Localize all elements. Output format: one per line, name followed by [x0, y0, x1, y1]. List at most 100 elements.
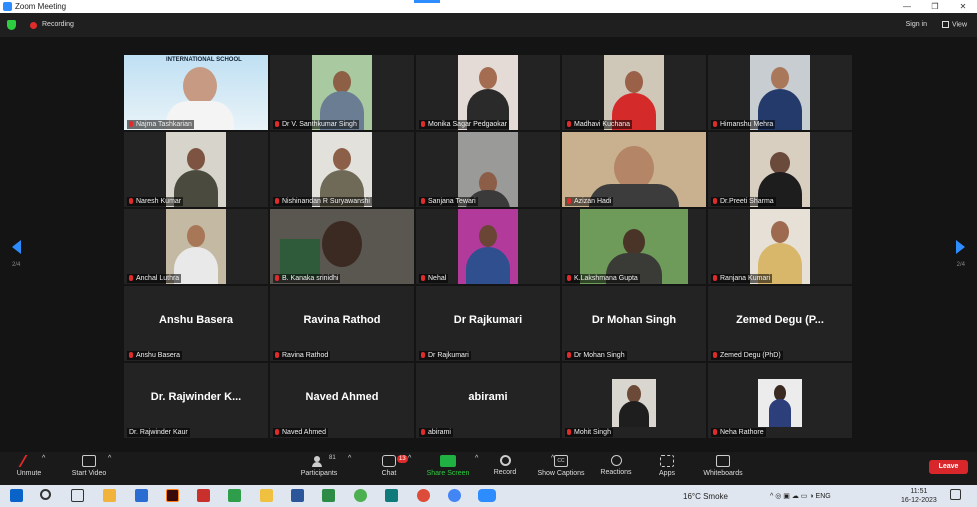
- zoom-logo-icon: [3, 2, 12, 11]
- file-explorer-icon[interactable]: [103, 489, 116, 502]
- participant-tile[interactable]: Dr.Preeti Sharma: [708, 132, 852, 207]
- muted-mic-icon: [129, 352, 133, 359]
- participant-display-name: Dr. Rajwinder K...: [150, 391, 242, 403]
- participant-tile[interactable]: Himanshu Mehra: [708, 55, 852, 130]
- participant-tile[interactable]: abirami abirami: [416, 363, 560, 438]
- participant-tile[interactable]: Ranjana Kumari: [708, 209, 852, 284]
- word-icon[interactable]: [291, 489, 304, 502]
- sign-in-link[interactable]: Sign in: [906, 21, 927, 28]
- participants-chevron-icon[interactable]: ^: [348, 455, 351, 462]
- search-icon[interactable]: [40, 489, 51, 500]
- whiteboards-button[interactable]: Whiteboards: [700, 455, 746, 477]
- close-icon[interactable]: ✕: [949, 0, 977, 13]
- windows-start-icon[interactable]: [10, 489, 23, 502]
- participant-tile[interactable]: Madhavi Kuchana: [562, 55, 706, 130]
- minimize-icon[interactable]: —: [893, 0, 921, 13]
- notifications-icon[interactable]: [950, 489, 961, 500]
- participants-icon: 81: [312, 455, 336, 467]
- window-controls: — ❐ ✕: [893, 0, 977, 13]
- participant-display-name: Dr Mohan Singh: [591, 314, 677, 326]
- folder-icon[interactable]: [260, 489, 273, 502]
- clock-date: 16-12-2023: [901, 497, 937, 504]
- chrome-profile-icon[interactable]: [448, 489, 461, 502]
- participant-name: Madhavi Kuchana: [565, 120, 633, 129]
- adobe-illustrator-icon[interactable]: [166, 489, 179, 502]
- app-icon[interactable]: [354, 489, 367, 502]
- participant-tile[interactable]: B. Kanaka srinidhi: [270, 209, 414, 284]
- participant-tile[interactable]: INTERNATIONAL SCHOOL Najma Tashkarian: [124, 55, 268, 130]
- page-indicator-left: 2/4: [12, 262, 21, 268]
- participant-display-name: Dr Rajkumari: [453, 314, 523, 326]
- start-video-button[interactable]: Start Video: [66, 455, 112, 477]
- participant-tile[interactable]: Neha Rathore: [708, 363, 852, 438]
- muted-mic-icon: [567, 352, 571, 359]
- muted-mic-icon: [129, 275, 133, 282]
- participant-name: Dr Mohan Singh: [565, 351, 627, 360]
- participant-tile[interactable]: Anshu Basera Anshu Basera: [124, 286, 268, 361]
- unmute-button[interactable]: Unmute: [12, 455, 46, 477]
- restore-icon[interactable]: ❐: [921, 0, 949, 13]
- audio-options-chevron-icon[interactable]: ^: [42, 455, 45, 462]
- participant-tile[interactable]: Naved Ahmed Naved Ahmed: [270, 363, 414, 438]
- show-captions-button[interactable]: CC Show Captions: [533, 455, 589, 477]
- reactions-button[interactable]: Reactions: [598, 455, 634, 476]
- participant-tile[interactable]: Mohit Singh: [562, 363, 706, 438]
- reactions-icon: [610, 455, 622, 466]
- weather-widget[interactable]: 16°C Smoke: [683, 492, 728, 501]
- muted-mic-icon: [713, 275, 717, 282]
- participant-display-name: Zemed Degu (P...: [736, 314, 824, 326]
- participant-tile[interactable]: Zemed Degu (P... Zemed Degu (PhD): [708, 286, 852, 361]
- chat-chevron-icon[interactable]: ^: [408, 455, 411, 462]
- participants-button[interactable]: 81 Participants: [296, 455, 342, 477]
- filezilla-icon[interactable]: [197, 489, 210, 502]
- participant-tile[interactable]: K.Lakshmana Gupta: [562, 209, 706, 284]
- app-icon[interactable]: [385, 489, 398, 502]
- participant-tile[interactable]: Nehal: [416, 209, 560, 284]
- participant-tile[interactable]: Dr V. Santhkumar Singh: [270, 55, 414, 130]
- record-label: Record: [493, 469, 517, 476]
- apps-button[interactable]: Apps: [656, 455, 678, 477]
- share-screen-button[interactable]: Share Screen: [424, 455, 472, 477]
- share-chevron-icon[interactable]: ^: [475, 455, 478, 462]
- encryption-shield-icon[interactable]: [7, 20, 16, 30]
- muted-mic-icon: [421, 429, 425, 436]
- task-view-icon[interactable]: [71, 489, 84, 502]
- participant-tile[interactable]: Dr. Rajwinder K... Dr. Rajwinder Kaur: [124, 363, 268, 438]
- previous-page-arrow-icon[interactable]: [12, 240, 21, 254]
- clock[interactable]: 11:51 16-12-2023: [901, 487, 937, 505]
- muted-mic-icon: [129, 121, 133, 128]
- captions-chevron-icon[interactable]: ^: [551, 455, 554, 462]
- leave-button[interactable]: Leave: [929, 460, 968, 474]
- meeting-top-bar: Recording Sign in View: [0, 13, 977, 37]
- view-button[interactable]: View: [941, 21, 967, 28]
- language-indicator: ENG: [815, 493, 831, 500]
- participant-display-name: Anshu Basera: [159, 314, 233, 326]
- chat-unread-badge: 13: [397, 455, 408, 463]
- participant-name: Dr Rajkumari: [419, 351, 471, 360]
- video-options-chevron-icon[interactable]: ^: [108, 455, 111, 462]
- participant-tile[interactable]: Ravina Rathod Ravina Rathod: [270, 286, 414, 361]
- zoom-taskbar-icon[interactable]: [478, 489, 496, 502]
- participant-tile[interactable]: Nishinandan R Suryawanshi: [270, 132, 414, 207]
- chrome-icon[interactable]: [417, 489, 430, 502]
- participant-tile[interactable]: Monika Sagar Pedgaokar: [416, 55, 560, 130]
- participant-tile[interactable]: Naresh Kumar: [124, 132, 268, 207]
- green-app-icon[interactable]: [228, 489, 241, 502]
- participant-tile[interactable]: Dr Mohan Singh Dr Mohan Singh: [562, 286, 706, 361]
- chat-button[interactable]: 13 Chat: [376, 455, 408, 477]
- participant-tile[interactable]: Azizan Hadi: [562, 132, 706, 207]
- next-page-arrow-icon[interactable]: [956, 240, 965, 254]
- recording-label: Recording: [42, 21, 74, 28]
- participant-tile[interactable]: Sanjana Tewari: [416, 132, 560, 207]
- start-video-label: Start Video: [71, 470, 107, 477]
- participant-name: B. Kanaka srinidhi: [273, 274, 341, 283]
- calculator-icon[interactable]: [135, 489, 148, 502]
- participant-name: Monika Sagar Pedgaokar: [419, 120, 509, 129]
- participant-name: Zemed Degu (PhD): [711, 351, 783, 360]
- participant-tile[interactable]: Anchal Luthra: [124, 209, 268, 284]
- system-tray[interactable]: ^ ◎ ▣ ☁ ▭ ◑ ENG: [770, 492, 831, 500]
- participant-tile[interactable]: Dr Rajkumari Dr Rajkumari: [416, 286, 560, 361]
- record-button[interactable]: Record: [490, 455, 520, 476]
- excel-icon[interactable]: [322, 489, 335, 502]
- chat-label: Chat: [381, 470, 397, 477]
